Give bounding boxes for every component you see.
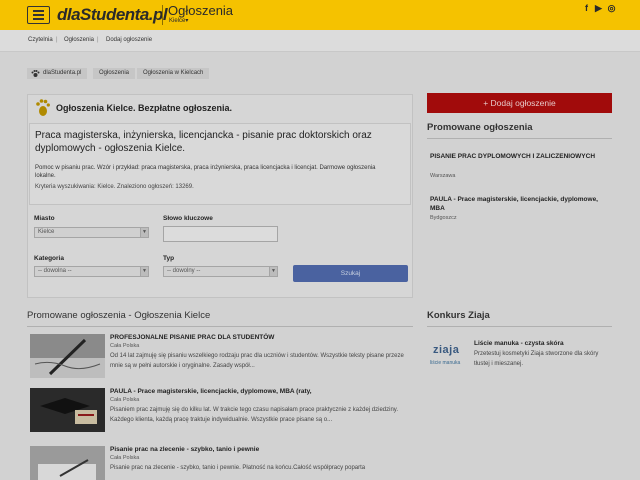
site-header: dlaStudenta.pl Ogłoszenia Kielce▾ f ▶ ◎ [0,0,640,30]
keyword-label: Słowo kluczowe [163,215,213,222]
search-button[interactable]: Szukaj [293,265,408,282]
sidebar-listing-title[interactable]: PISANIE PRAC DYPLOMOWYCH I ZALICZENIOWYC… [430,152,605,161]
divider [27,326,413,327]
listing-thumbnail[interactable] [30,388,105,432]
ziaja-logo-sub: liście manuka [430,360,461,366]
miasto-select[interactable]: Kielce ▼ [34,227,149,238]
contest-title[interactable]: Liście manuka - czysta skóra [474,340,564,347]
add-listing-button[interactable]: + Dodaj ogłoszenie [427,93,612,113]
nav-separator: | [97,37,99,43]
instagram-icon[interactable]: ◎ [606,3,617,14]
header-divider [162,5,163,25]
sidebar-listing-title[interactable]: PAULA - Prace magisterskie, licencjackie… [430,195,605,213]
kategoria-select[interactable]: -- dowolna -- ▼ [34,266,149,277]
listing-location: Cała Polska [110,397,140,403]
kategoria-label: Kategoria [34,255,64,262]
ziaja-logo-text: ziaja [433,344,460,356]
typ-label: Typ [163,255,175,262]
listing-title[interactable]: PROFESJONALNE PISANIE PRAC DLA STUDENTÓW [110,334,274,341]
listing-item[interactable]: PROFESJONALNE PISANIE PRAC DLA STUDENTÓW… [30,334,410,380]
nav-ogloszenia[interactable]: Ogłoszenia [64,37,94,43]
listing-location: Cała Polska [110,455,140,461]
miasto-label: Miasto [34,215,55,222]
search-summary: Praca magisterska, inżynierska, licencja… [29,123,411,205]
nav-dodaj-ogloszenie[interactable]: Dodaj ogłoszenie [106,37,152,43]
listing-title[interactable]: Pisanie prac na zlecenie - szybko, tanio… [110,446,259,453]
chevron-down-icon: ▼ [140,228,148,237]
listing-location: Cała Polska [110,343,140,349]
menu-bar-icon [33,18,44,20]
sidebar-listing-location: Warszawa [430,173,456,179]
divider [427,326,612,327]
paw-icon [36,99,50,116]
menu-bar-icon [33,14,44,16]
site-logo[interactable]: dlaStudenta.pl [57,5,168,25]
listing-thumbnail[interactable] [30,446,105,480]
listing-text: Pisanie prac na zlecenie - szybko, tanio… [110,465,366,471]
youtube-icon[interactable]: ▶ [593,3,604,14]
hamburger-menu-button[interactable] [27,6,50,24]
listing-item[interactable]: PAULA - Prace magisterskie, licencjackie… [30,388,410,434]
contest-text: Przetestuj kosmetyki Ziaja stworzone dla… [474,351,599,367]
section-title[interactable]: Ogłoszenia [168,3,233,18]
breadcrumb-home-label: dlaStudenta.pl [43,70,82,76]
facebook-icon[interactable]: f [581,3,592,14]
search-criteria: Kryteria wyszukiwania: Kielce. Znalezion… [35,184,194,190]
listing-thumbnail[interactable] [30,334,105,378]
search-panel: Ogłoszenia Kielce. Bezpłatne ogłoszenia.… [27,94,413,298]
nav-czytelnia[interactable]: Czytelnia [28,37,53,43]
panel-title: Ogłoszenia Kielce. Bezpłatne ogłoszenia. [56,103,233,113]
listing-text: Od 14 lat zajmuję się pisaniu wszelkiego… [110,353,404,369]
kategoria-value: -- dowolna -- [38,268,72,274]
ziaja-logo[interactable]: ziaja liście manuka [430,344,468,372]
paw-icon [31,70,40,77]
listing-text: Pisaniem prac zajmuję się do kilku lat. … [110,407,399,423]
keyword-input[interactable] [163,226,278,242]
menu-bar-icon [33,10,44,12]
chevron-down-icon: ▼ [140,267,148,276]
typ-select[interactable]: -- dowolny -- ▼ [163,266,278,277]
divider [427,138,612,139]
typ-value: -- dowolny -- [167,268,201,274]
query-title: Praca magisterska, inżynierska, licencja… [35,130,372,154]
promoted-heading: Promowane ogłoszenia - Ogłoszenia Kielce [27,310,211,321]
contest-heading: Konkurs Ziaja [427,310,490,321]
breadcrumb-home[interactable]: dlaStudenta.pl [27,68,88,79]
query-description: Pomoc w pisaniu prac. Wzór i przykład: p… [35,165,376,179]
chevron-down-icon: ▼ [269,267,277,276]
sidebar-listing-location: Bydgoszcz [430,215,457,221]
listing-item[interactable]: Pisanie prac na zlecenie - szybko, tanio… [30,446,410,480]
breadcrumb-kielce[interactable]: Ogłoszenia w Kielcach [137,68,210,79]
city-selector[interactable]: Kielce▾ [169,17,188,24]
listing-title[interactable]: PAULA - Prace magisterskie, licencjackie… [110,388,312,395]
top-navigation: Czytelnia | Ogłoszenia | Dodaj ogłoszeni… [0,30,640,52]
miasto-value: Kielce [38,229,55,235]
breadcrumb-ogloszenia[interactable]: Ogłoszenia [93,68,136,79]
nav-separator: | [56,37,58,43]
sidebar-promoted-heading: Promowane ogłoszenia [427,122,533,133]
